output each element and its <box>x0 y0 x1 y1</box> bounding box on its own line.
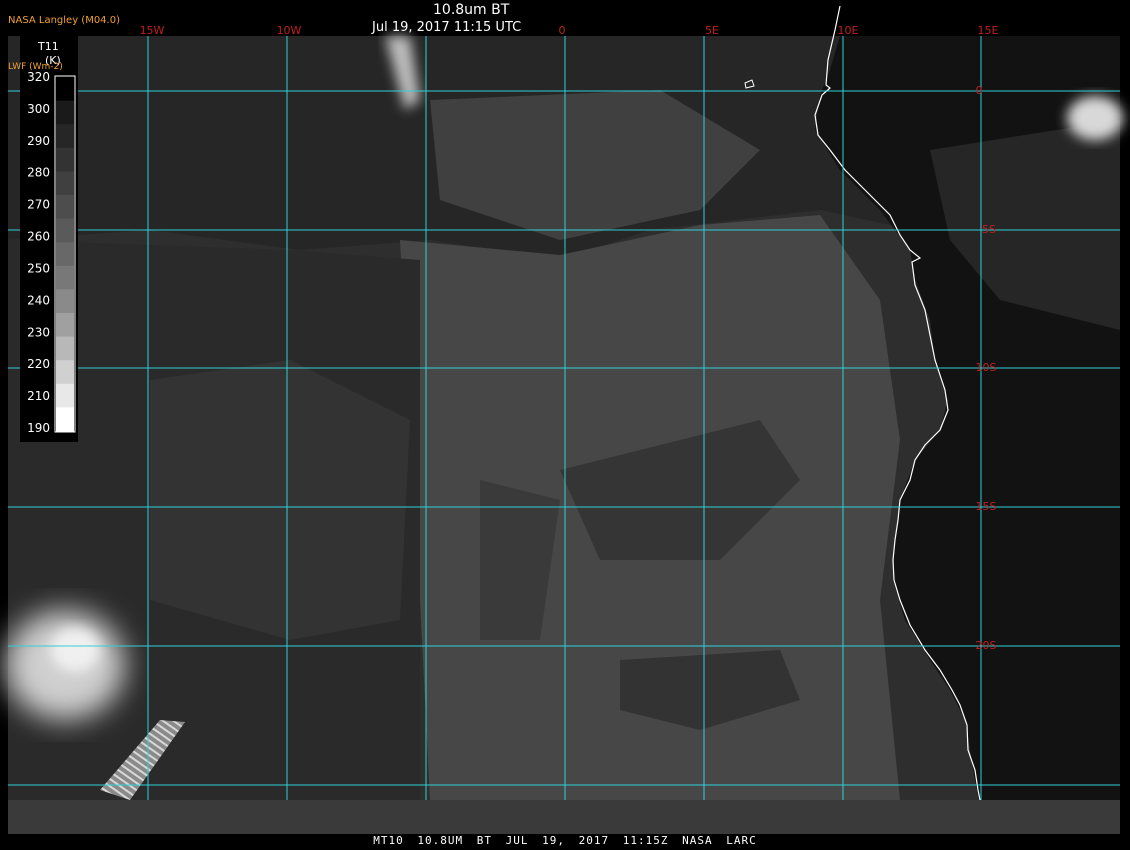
colorbar-tick-label: 260 <box>27 230 50 244</box>
satellite-map: 15W 10W 0 5E 10E 15E 0 5S 10S 15S 20S 32… <box>5 5 1123 834</box>
lat-label-10s: 10S <box>976 361 997 374</box>
lon-label-10w: 10W <box>277 24 302 37</box>
colorbar-step <box>56 383 74 408</box>
cloud-region-west-lighter <box>150 360 410 640</box>
cold-cloud-northeast <box>1067 96 1123 140</box>
colorbar-step <box>56 313 74 338</box>
colorbar-step <box>56 218 74 243</box>
colorbar-name: T11 <box>38 40 59 53</box>
colorbar-tick-label: 270 <box>27 198 50 212</box>
colorbar-step <box>56 242 74 267</box>
colorbar-step <box>56 265 74 290</box>
lon-label-0: 0 <box>559 24 566 37</box>
colorbar-step <box>56 171 74 196</box>
colorbar-tick-label: 230 <box>27 325 50 339</box>
colorbar-step <box>56 124 74 149</box>
lon-label-5e: 5E <box>705 24 719 37</box>
bottom-band <box>8 800 1120 834</box>
colorbar-step <box>56 100 74 125</box>
colorbar-tick-label: 290 <box>27 134 50 148</box>
cold-cloud-southwest-core <box>50 628 100 672</box>
colorbar-step <box>56 147 74 172</box>
image-title: 10.8um BT <box>433 2 510 18</box>
lon-label-15e: 15E <box>978 24 999 37</box>
lat-label-15s: 15S <box>976 500 997 513</box>
credit-label: NASA Langley (M04.0) <box>8 15 120 26</box>
colorbar-step <box>56 360 74 385</box>
image-timestamp: Jul 19, 2017 11:15 UTC <box>372 20 522 35</box>
colorbar-tick-label: 210 <box>27 389 50 403</box>
colorbar-tick-label: 190 <box>27 421 50 435</box>
colorbar-step <box>56 195 74 220</box>
colorbar-tick-label: 320 <box>27 70 50 84</box>
colorbar-step <box>56 289 74 314</box>
colorbar-tick-label: 250 <box>27 261 50 275</box>
lon-label-10e: 10E <box>838 24 859 37</box>
colorbar: 320 300 290 280 270 260 250 240 230 220 210 190 <box>20 36 78 442</box>
lat-label-20s: 20S <box>976 639 997 652</box>
colorbar-step <box>56 407 74 432</box>
colorbar-step <box>56 77 74 102</box>
colorbar-tick-label: 240 <box>27 293 50 307</box>
colorbar-tick-label: 220 <box>27 357 50 371</box>
colorbar-tick-label: 280 <box>27 166 50 180</box>
footer-caption: MT10 10.8UM BT JUL 19, 2017 11:15Z NASA … <box>373 834 757 847</box>
lat-label-5s: 5S <box>982 223 996 236</box>
colorbar-steps <box>56 77 74 432</box>
lwf-label: LWF (Wm-2) <box>8 62 63 72</box>
lon-label-15w: 15W <box>140 24 165 37</box>
colorbar-tick-label: 300 <box>27 102 50 116</box>
lat-label-0: 0 <box>976 84 983 97</box>
colorbar-step <box>56 336 74 361</box>
